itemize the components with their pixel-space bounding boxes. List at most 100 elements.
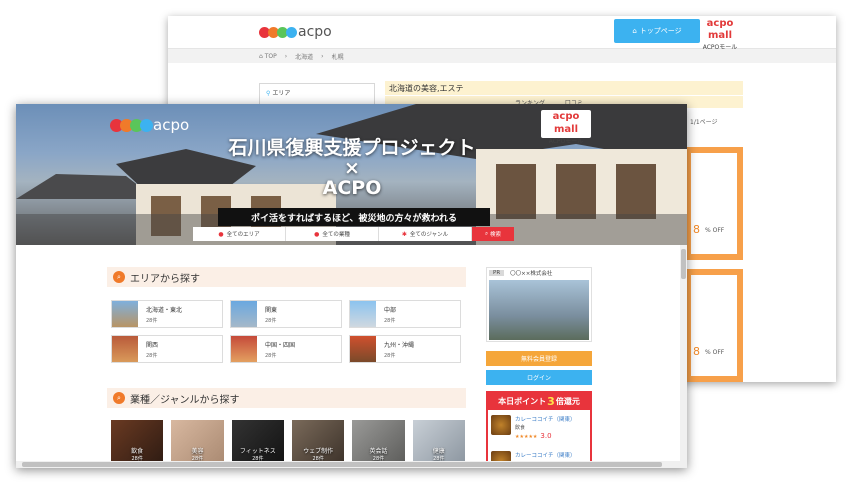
area-grid: 北海道・東北 28件 関東 28件 中部 28件 関西 28件 中国・四国 28件 九州・… [111,300,465,363]
genre-name: 健康 [432,448,445,455]
pin-icon: ● [218,230,224,238]
area-count: 28件 [265,317,277,324]
cart-icon: acpo mall [552,111,580,135]
results-title: 北海道の美容,エステ [385,81,743,95]
top-page-button[interactable]: ⌂ トップページ [614,19,700,43]
hero-banner: acpo acpo mall ACPOモール 石川県復興支援プロジェクト × A… [16,104,687,245]
breadcrumb-sep-icon: › [284,52,288,60]
shop-card-body: 8 % OFF [691,153,737,254]
breadcrumb-top[interactable]: ⌂ TOP [259,53,277,60]
area-count: 28件 [384,352,396,359]
industry-select-value: 全ての業種 [322,232,350,238]
genre-name: 飲食 [131,448,144,455]
sidebar-area-label: エリア [272,90,291,97]
discount-unit: % OFF [705,349,725,356]
points-header: 本日ポイント 3 倍還元 [488,393,590,410]
genre-section-title: 業種／ジャンルから探す [130,394,240,406]
back-header: acpo ⌂ トップページ acpo mall ACPOモール [168,16,836,51]
logo-text: acpo [298,24,332,40]
star-icon: ★★★★★ [515,434,538,440]
mall-link[interactable]: acpo mall ACPOモール [541,110,591,145]
area-count: 28件 [384,317,396,324]
cart-icon: acpo mall [706,18,734,41]
points-item-rating: ★★★★★ 3.0 [515,432,576,440]
front-window: acpo acpo mall ACPOモール 石川県復興支援プロジェクト × A… [16,104,687,468]
genre-select-value: 全てのジャンル [409,232,449,238]
back-logo[interactable]: acpo [259,24,332,40]
genre-name: 美容 [191,448,204,455]
breadcrumb-top-label: TOP [264,52,277,60]
area-name: 北海道・東北 [146,306,183,314]
ad-company: 〇〇××株式会社 [510,271,553,277]
ad-image [489,280,589,340]
search-icon: ⌕ [484,230,489,237]
area-item-kanto[interactable]: 関東 28件 [230,300,342,328]
breadcrumb-sapporo: 札幌 [331,53,344,61]
top-page-label: トップページ [639,27,682,35]
industry-icon: ● [314,230,320,238]
search-icon: ⌕ [113,271,125,283]
screenshot-stage: acpo ⌂ トップページ acpo mall ACPOモール ⌂ TOP › … [0,0,860,491]
area-item-chubu[interactable]: 中部 28件 [349,300,461,328]
area-name: 中部 [384,306,397,314]
register-button[interactable]: 無料会員登録 [486,351,592,366]
vertical-scrollbar[interactable] [680,245,687,468]
genre-icon: ✱ [401,230,407,238]
points-item[interactable]: カレーココイチ（関東） 飲食 ★★★★★ 3.0 [491,415,589,441]
search-icon: ⌕ [113,392,125,404]
industry-select[interactable]: ● 全ての業種 [286,227,379,241]
area-name: 関東 [265,306,278,314]
search-button-label: 検索 [490,232,502,238]
shop-card[interactable]: 8 % OFF [685,147,743,260]
hero-title-line: 石川県復興支援プロジェクト [228,137,476,159]
area-item-tohoku[interactable]: 北海道・東北 28件 [111,300,223,328]
genre-name: フィットネス [239,448,276,455]
area-count: 28件 [265,352,277,359]
breadcrumb: ⌂ TOP › 北海道 › 札幌 [168,49,836,63]
scrollbar-thumb[interactable] [681,249,686,279]
mall-link[interactable]: acpo mall ACPOモール [696,18,744,51]
area-name: 九州・沖縄 [384,341,415,349]
breadcrumb-hokkaido[interactable]: 北海道 [295,52,313,61]
page-info: 1/1ページ [690,119,718,126]
area-item-kansai[interactable]: 関西 28件 [111,335,223,363]
area-thumbnail [231,336,257,362]
points-panel: 本日ポイント 3 倍還元 カレーココイチ（関東） 飲食 ★★★★★ 3.0 カレー… [486,391,592,468]
points-item-name: カレーココイチ（関東） [515,417,576,423]
mall-label: ACPOモール [702,44,738,51]
discount-value: 8 [693,345,700,358]
rating-value: 3.0 [540,432,552,440]
logo-dot-blue-icon [140,118,153,132]
login-button[interactable]: ログイン [486,370,592,385]
area-select-value: 全てのエリア [226,232,260,238]
area-thumbnail [112,336,138,362]
area-thumbnail [350,301,376,327]
hero-title-line: ACPO [322,177,382,199]
mall-label: ACPOモール [548,138,584,145]
points-header-pre: 本日ポイント [498,397,547,406]
genre-name: 英会話 [369,448,388,455]
search-button[interactable]: ⌕ 検索 [472,227,514,241]
genre-select[interactable]: ✱ 全てのジャンル [379,227,472,241]
area-item-chugoku[interactable]: 中国・四国 28件 [230,335,342,363]
area-select[interactable]: ● 全てのエリア [193,227,286,241]
scrollbar-thumb[interactable] [22,462,662,467]
points-header-post: 倍還元 [555,397,580,406]
front-logo[interactable]: acpo [110,116,189,134]
pr-ad[interactable]: PR 〇〇××株式会社 [486,267,592,342]
area-item-kyushu[interactable]: 九州・沖縄 28件 [349,335,461,363]
points-item-name: カレーココイチ（関東） [515,453,576,459]
horizontal-scrollbar[interactable] [16,461,687,468]
points-item-thumbnail [491,415,511,435]
shop-card-body: 8 % OFF [691,275,737,376]
hero-subtitle: ポイ活をすればするほど、被災地の方々が救われる [218,208,490,226]
pr-badge: PR [489,270,505,276]
area-section-header: ⌕ エリアから探す [107,267,466,287]
shop-card[interactable]: 8 % OFF [685,269,743,382]
pin-icon: ⚲ [266,90,271,97]
area-section-title: エリアから探す [130,273,200,285]
area-count: 28件 [146,352,158,359]
breadcrumb-sep-icon: › [321,52,324,60]
area-name: 中国・四国 [265,341,296,349]
genre-name: ウェブ制作 [303,448,334,455]
